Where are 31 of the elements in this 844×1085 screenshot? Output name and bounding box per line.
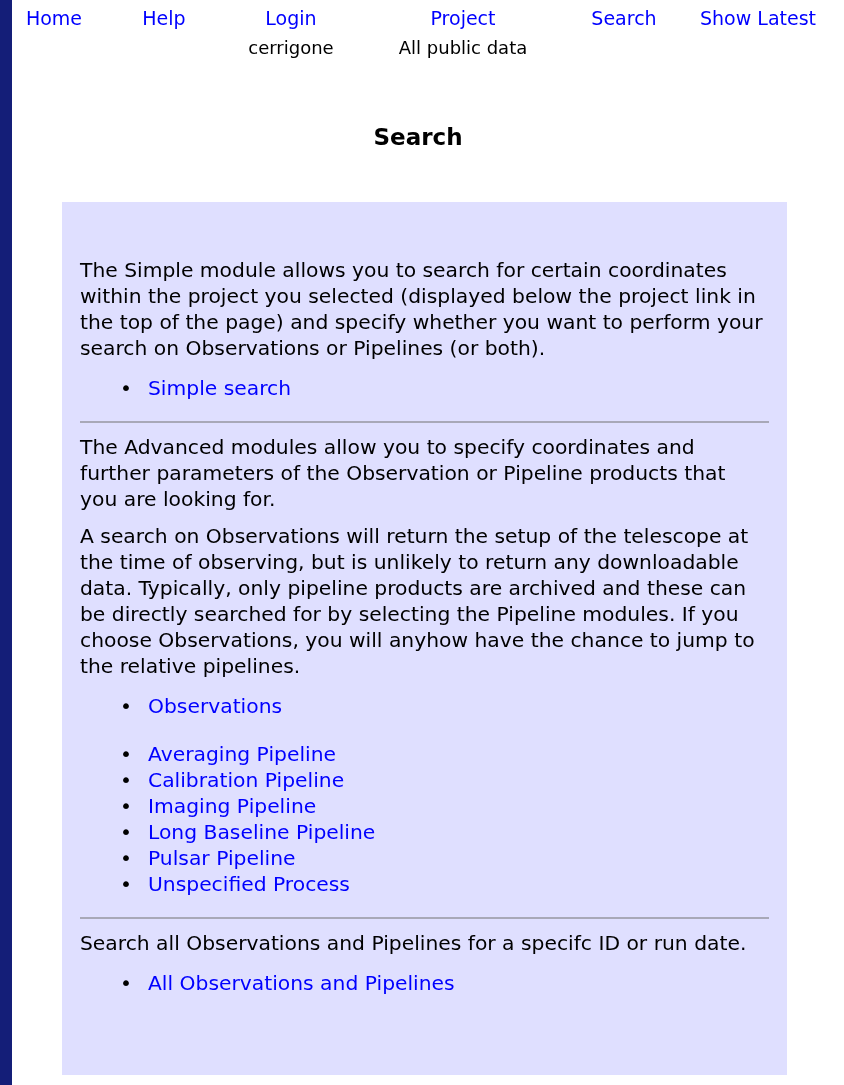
paragraph: The Simple module allows you to search for certain coordinates within the project you selected (displayed below the project link in the top of the page) and specify whether you want to perform your search on Observations or Pipelines (or both). [80, 257, 764, 361]
nav-subtitle: cerrigone [248, 36, 334, 60]
page-title: Search [372, 124, 464, 150]
module-link[interactable]: Long Baseline Pipeline [148, 819, 376, 845]
bullet: • [120, 375, 132, 401]
module-link[interactable]: Averaging Pipeline [148, 741, 336, 767]
nav-link[interactable]: Help [142, 6, 186, 30]
nav-link[interactable]: Login [265, 6, 317, 30]
nav-link[interactable]: Home [25, 6, 83, 30]
module-link[interactable]: Simple search [148, 375, 292, 401]
paragraph: The Advanced modules allow you to specify coordinates and further parameters of the Observation or Pipeline products that you are looking for. [80, 434, 727, 512]
paragraph: A search on Observations will return the setup of the telescope at the time of observing, but is unlikely to return any downloadable data. Typically, only pipeline products are archived and these can be directly searched for by selecting the Pipeline modules. If you choose Observations, you will anyhow have the chance to jump to the relative pipelines. [80, 523, 756, 679]
module-link[interactable]: Imaging Pipeline [148, 793, 317, 819]
paragraph: Search all Observations and Pipelines for a specifc ID or run date. [80, 930, 748, 956]
module-link[interactable]: Pulsar Pipeline [148, 845, 296, 871]
bullet: • [120, 693, 132, 719]
nav-link[interactable]: Project [430, 6, 496, 30]
bullet: • [120, 845, 132, 871]
bullet: • [120, 767, 132, 793]
nav-link[interactable]: Show Latest [700, 6, 816, 30]
bullet: • [120, 741, 132, 767]
module-link[interactable]: Calibration Pipeline [148, 767, 345, 793]
module-link[interactable]: Unspecified Process [148, 871, 350, 897]
bullet: • [120, 793, 132, 819]
bullet: • [120, 970, 132, 996]
bullet: • [120, 819, 132, 845]
nav-link[interactable]: Search [591, 6, 657, 30]
module-link[interactable]: Observations [148, 693, 283, 719]
module-link[interactable]: All Observations and Pipelines [148, 970, 455, 996]
bullet: • [120, 871, 132, 897]
nav-subtitle: All public data [398, 36, 528, 60]
